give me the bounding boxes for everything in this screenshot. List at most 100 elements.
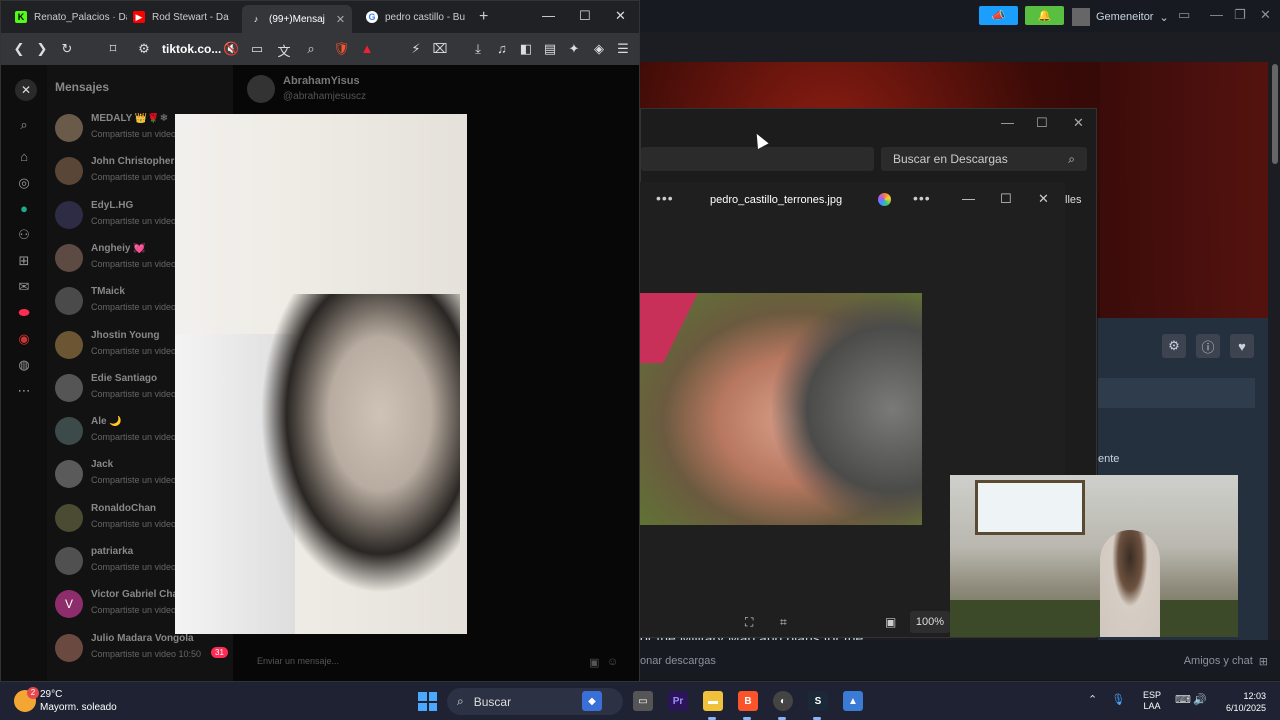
gear-icon[interactable]: ⚙ <box>1162 334 1186 358</box>
forward-icon[interactable]: ❯ <box>34 41 50 57</box>
more-options-icon[interactable]: ••• <box>656 190 674 206</box>
home-icon[interactable]: ⌂ <box>15 149 33 167</box>
fit-screen-icon[interactable]: ⛶ <box>745 615 753 630</box>
site-settings-icon[interactable]: ⚙ <box>136 41 152 57</box>
close-button[interactable]: ✕ <box>1260 7 1271 23</box>
search-icon[interactable]: ⌕ <box>15 117 33 135</box>
inbox-icon[interactable]: ✉ <box>15 279 33 297</box>
tab-youtube[interactable]: ▶ Rod Stewart - Da <box>125 5 243 29</box>
friends-chat-button[interactable]: Amigos y chat ⊞ <box>1184 655 1268 668</box>
close-icon[interactable]: ✕ <box>15 79 37 101</box>
taskbar: 2 29°C Mayorm. soleado ⌕ Buscar ◆ ▭ Pr ▬… <box>0 681 1280 720</box>
upload-icon[interactable]: ⊞ <box>15 253 33 271</box>
task-view-icon[interactable]: ▭ <box>633 691 653 711</box>
live-icon[interactable]: ◉ <box>15 331 33 349</box>
close-button[interactable]: ✕ <box>1073 115 1084 131</box>
address-bar[interactable] <box>641 147 874 171</box>
close-tab-icon[interactable]: ✕ <box>336 13 345 26</box>
displayed-photo <box>640 293 922 525</box>
tab-kick[interactable]: K Renato_Palacios · Da <box>7 5 127 29</box>
avatar: V <box>55 590 83 619</box>
explore-icon[interactable]: ◎ <box>15 175 33 193</box>
language-indicator[interactable]: ESP LAA <box>1143 690 1161 712</box>
minimize-button[interactable]: — <box>1001 115 1014 130</box>
user-menu[interactable]: Gemeneitor ⌄ <box>1072 8 1169 26</box>
browser-window: K Renato_Palacios · Da ▶ Rod Stewart - D… <box>0 0 640 681</box>
heart-icon[interactable]: ♥ <box>1230 334 1254 358</box>
friends-icon[interactable]: ⚇ <box>15 227 33 245</box>
chevron-up-icon[interactable]: ⌃ <box>1088 693 1097 706</box>
details-button[interactable]: lles <box>1065 194 1082 206</box>
volume-icon[interactable]: 🔊 <box>1193 693 1207 706</box>
manage-downloads-link[interactable]: onar descargas <box>640 655 716 667</box>
reload-icon[interactable]: ↻ <box>59 41 75 57</box>
tab-google[interactable]: G pedro castillo - Bu <box>358 5 470 29</box>
screenshot-icon[interactable]: ⌧ <box>432 41 448 57</box>
photos-icon[interactable]: ▲ <box>843 691 863 711</box>
url-bar[interactable]: tiktok.co... <box>162 42 221 56</box>
scrollbar[interactable] <box>1272 64 1278 164</box>
announcements-button[interactable]: 📣 <box>979 6 1018 25</box>
wallet-icon[interactable]: ▤ <box>542 41 558 57</box>
avatar[interactable] <box>247 75 275 103</box>
profile-icon[interactable]: ◍ <box>15 357 33 375</box>
vpn-icon[interactable]: ◈ <box>591 41 607 57</box>
search-input[interactable]: Buscar en Descargas ⌕ <box>881 147 1087 171</box>
weather-description[interactable]: Mayorm. soleado <box>40 702 117 713</box>
maximize-button[interactable]: ☐ <box>579 8 591 24</box>
maximize-button[interactable]: ☐ <box>1000 191 1012 207</box>
music-icon[interactable]: ♫ <box>494 41 510 56</box>
premiere-icon[interactable]: Pr <box>668 691 688 711</box>
leo-ai-icon[interactable]: ✦ <box>566 41 582 57</box>
minimize-button[interactable]: — <box>542 8 555 23</box>
restore-button[interactable]: ❐ <box>1234 7 1246 23</box>
following-icon[interactable]: ● <box>15 201 33 219</box>
image-icon[interactable]: ▣ <box>589 656 599 669</box>
widget-icon[interactable]: ◆ <box>582 691 602 711</box>
notifications-button[interactable]: 🔔 <box>1025 6 1064 25</box>
zoom-icon[interactable]: ⌕ <box>303 41 319 57</box>
close-button[interactable]: ✕ <box>1038 191 1049 207</box>
brave-icon[interactable]: B <box>738 691 758 711</box>
cast-icon[interactable]: ▭ <box>249 41 265 57</box>
file-explorer-icon[interactable]: ▬ <box>703 691 723 711</box>
network-icon[interactable]: ⌨ <box>1175 693 1191 706</box>
close-button[interactable]: ✕ <box>615 8 626 24</box>
extensions-icon[interactable]: ⚡ <box>408 41 424 57</box>
steam-icon[interactable]: S <box>808 691 828 711</box>
monitor-icon[interactable]: ▭ <box>1178 7 1190 23</box>
windows-start-button[interactable] <box>418 692 437 711</box>
translate-icon[interactable]: 文 <box>276 41 292 60</box>
zoom-level[interactable]: 100% <box>910 611 950 633</box>
avatar <box>55 503 83 532</box>
scan-icon[interactable]: ⌗ <box>780 615 787 630</box>
obs-icon[interactable]: ◐ <box>773 691 793 711</box>
info-icon[interactable]: ⓘ <box>1196 334 1220 358</box>
clock[interactable]: 12:03 6/10/2025 <box>1218 690 1266 714</box>
rewards-icon[interactable]: ▲ <box>359 41 375 56</box>
list-item[interactable]: Julio Madara Vongola Compartiste un video… <box>55 631 235 671</box>
messages-icon[interactable]: ⬬ <box>15 305 33 323</box>
copilot-icon[interactable] <box>878 193 891 206</box>
minimize-button[interactable]: — <box>962 191 975 206</box>
chat-user-name[interactable]: AbrahamYisus <box>283 75 360 87</box>
bookmark-icon[interactable]: ⌑ <box>105 41 121 57</box>
back-icon[interactable]: ❮ <box>11 41 27 57</box>
menu-icon[interactable]: ☰ <box>615 41 631 57</box>
aspect-icon[interactable]: ▣ <box>885 615 896 629</box>
more-icon[interactable]: ⋯ <box>15 383 33 401</box>
weather-temperature[interactable]: 29°C <box>40 689 62 700</box>
emoji-icon[interactable]: ☺ <box>607 656 618 668</box>
tab-tiktok[interactable]: ♪ (99+)Mensaj ✕ <box>242 5 352 33</box>
minimize-button[interactable]: — <box>1210 7 1223 22</box>
browser-toolbar: ❮ ❯ ↻ ⌑ ⚙ tiktok.co... 🔇 ▭ 文 ⌕ 🛡 ▲ ⚡ ⌧ ⤓… <box>1 33 639 65</box>
brave-shield-icon[interactable]: 🛡 <box>333 41 350 57</box>
download-icon[interactable]: ⤓ <box>470 41 486 57</box>
maximize-button[interactable]: ☐ <box>1036 115 1048 131</box>
audio-off-icon[interactable]: 🔇 <box>223 41 239 57</box>
more-options-icon[interactable]: ••• <box>913 190 931 206</box>
sidebar-icon[interactable]: ◧ <box>518 41 534 57</box>
microphone-icon[interactable]: 🎙 <box>1111 693 1125 706</box>
new-tab-button[interactable]: + <box>479 8 488 26</box>
message-input[interactable]: Enviar un mensaje... <box>245 651 625 671</box>
